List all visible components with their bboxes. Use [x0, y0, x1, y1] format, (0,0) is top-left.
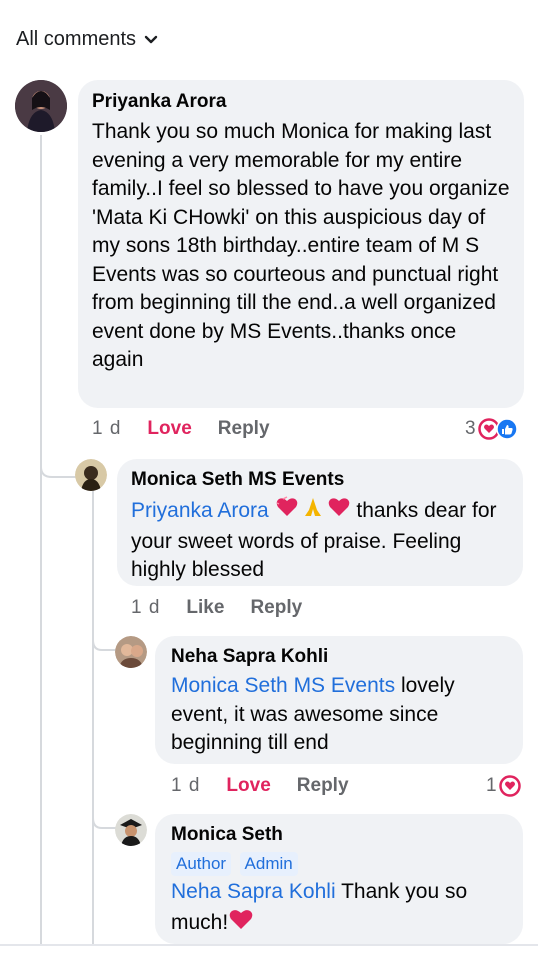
profile-photo-icon [75, 459, 107, 491]
reaction-summary[interactable]: 3 [465, 418, 520, 440]
thread-connector [40, 455, 78, 478]
reaction-summary[interactable]: 1 [486, 775, 521, 797]
love-like-reaction-icon [477, 418, 518, 440]
profile-photo-icon [115, 636, 147, 668]
love-button[interactable]: Love [226, 775, 270, 797]
author-badge: Author [171, 852, 232, 876]
comment-text: Priyanka Arora thanks dear for your swee… [131, 495, 509, 585]
reply-button[interactable]: Reply [218, 418, 270, 440]
comment-time[interactable]: 1 d [92, 418, 121, 440]
chevron-down-icon [144, 35, 158, 43]
comment-time[interactable]: 1 d [171, 775, 200, 797]
mention-link[interactable]: Neha Sapra Kohli [171, 880, 336, 903]
reaction-count: 3 [465, 418, 476, 439]
comment-time[interactable]: 1 d [131, 597, 160, 619]
reaction-count: 1 [486, 775, 497, 796]
reply-bubble: Monica Seth MS Events Priyanka Arora tha… [117, 459, 523, 586]
mention-link[interactable]: Monica Seth MS Events [171, 674, 395, 697]
comment-actions: 1 d Love Reply [171, 775, 375, 797]
reply-bubble: Neha Sapra Kohli Monica Seth MS Events l… [155, 636, 523, 764]
heart-emoji [228, 907, 254, 940]
comment-text: Neha Sapra Kohli Thank you so much! [171, 878, 507, 939]
reply-button[interactable]: Reply [297, 775, 349, 797]
comment-actions: 1 d Like Reply [131, 597, 328, 619]
comment-author[interactable]: Priyanka Arora [92, 91, 510, 113]
avatar[interactable] [115, 814, 147, 846]
comment-text-part: thanks dear [356, 498, 467, 522]
profile-photo-icon [115, 814, 147, 846]
love-reaction-icon [498, 775, 521, 797]
thread-line [92, 490, 94, 945]
comment-author[interactable]: Monica Seth MS Events [131, 469, 509, 491]
comment-author[interactable]: Monica Seth [171, 824, 507, 846]
comment-text: Monica Seth MS Events lovely event, it w… [171, 672, 507, 758]
like-button[interactable]: Like [186, 597, 224, 619]
thread-line [40, 135, 42, 945]
mention-link[interactable]: Priyanka Arora [131, 499, 269, 522]
admin-badge: Admin [239, 852, 298, 876]
reply-bubble: Monica Seth Author Admin Neha Sapra Kohl… [155, 814, 523, 944]
avatar[interactable] [15, 80, 67, 132]
comment-composer-edge [0, 944, 538, 964]
profile-photo-icon [15, 80, 67, 132]
comment-sort-dropdown[interactable]: All comments [16, 28, 158, 51]
love-button[interactable]: Love [147, 418, 191, 440]
reply-button[interactable]: Reply [250, 597, 302, 619]
comment-author[interactable]: Neha Sapra Kohli [171, 646, 507, 668]
avatar[interactable] [115, 636, 147, 668]
role-badges: Author Admin [171, 852, 507, 876]
avatar[interactable] [75, 459, 107, 491]
comment-text: Thank you so much Monica for making last… [92, 120, 510, 371]
comment-actions: 1 d Love Reply [92, 418, 296, 440]
comment-bubble: Priyanka Arora Thank you so much Monica … [78, 80, 524, 408]
heart-praying-emoji [275, 495, 351, 528]
sort-label: All comments [16, 28, 137, 50]
